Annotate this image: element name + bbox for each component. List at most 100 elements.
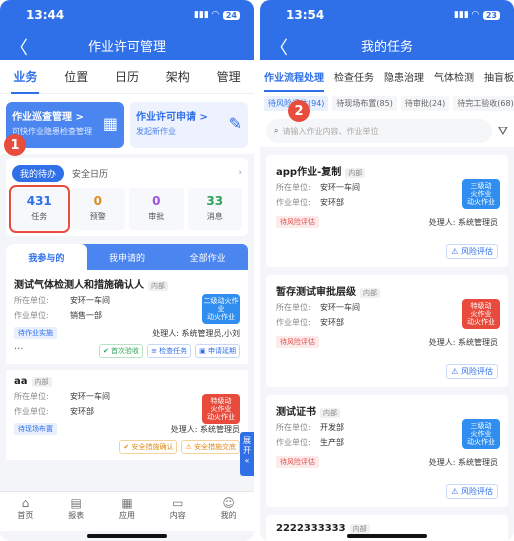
handler-text: 处理人: 系统管理员 xyxy=(428,337,498,347)
tab-workflow[interactable]: 作业流程处理 xyxy=(264,69,324,92)
tab-location[interactable]: 位置 xyxy=(62,68,90,85)
nav-home-label: 首页 xyxy=(17,511,34,520)
level-badge: 三级动 火作业 动火作业 xyxy=(462,179,500,209)
back-icon[interactable]: 〈 xyxy=(270,34,288,60)
segment-applied[interactable]: 我申请的 xyxy=(87,244,168,270)
nav-content[interactable]: ▭ 内容 xyxy=(152,492,203,531)
dept-label: 作业单位: xyxy=(276,318,311,327)
nav-mine-label: 我的 xyxy=(220,511,237,520)
status-badge: 待作业实施 xyxy=(14,327,57,339)
stat-messages[interactable]: 33 消息 xyxy=(187,188,242,230)
item-title: 暂存测试审批层级 内部 xyxy=(276,283,498,298)
apply-card[interactable]: 作业许可申请 > 发起新作业 ✎ xyxy=(130,102,248,148)
tab-business[interactable]: 业务 xyxy=(11,68,40,94)
item-title-text: 2222333333 xyxy=(276,523,346,534)
task-card[interactable]: app作业-复制 内部 所在单位: 安环一车间 作业单位: 安环部 三级动 火作业 动… xyxy=(266,155,508,267)
dept-value: 安环部 xyxy=(320,318,344,327)
item-title-text: aa xyxy=(14,376,28,387)
item-title: app作业-复制 内部 xyxy=(276,163,498,178)
callout-badge-1: 1 xyxy=(4,134,26,156)
risk-assess-button[interactable]: ⚠ 风险评估 xyxy=(446,484,498,499)
home-indicator xyxy=(87,534,167,538)
expand-handle[interactable]: 展 开 « xyxy=(240,432,254,476)
tab-manage[interactable]: 管理 xyxy=(215,68,243,85)
actions-row: ··· ✔ 首次验收 ≡ 检查任务 ▣ 申请延期 xyxy=(14,344,240,358)
task-card[interactable]: 暂存测试审批层级 内部 所在单位: 安环一车间 作业单位: 安环部 特级动 火作业 动… xyxy=(266,275,508,387)
status-line: 待风险评估 处理人: 系统管理员 xyxy=(276,216,498,228)
list-item[interactable]: aa 内部 所在单位: 安环一车间 作业单位: 安环部 特级动 火作业 动火作业 待现… xyxy=(6,370,248,466)
filter-icon[interactable]: ⛛ xyxy=(498,124,508,139)
risk-assess-button[interactable]: ⚠ 风险评估 xyxy=(446,244,498,259)
status-line: 待风险评估 处理人: 系统管理员 xyxy=(276,456,498,468)
stat-messages-number: 33 xyxy=(206,194,224,208)
unit-label: 所在单位: xyxy=(276,303,311,312)
nav-apps[interactable]: ▦ 应用 xyxy=(102,492,153,531)
segment-all[interactable]: 全部作业 xyxy=(167,244,248,270)
list-item[interactable]: 测试气体检测人和措施确认人 内部 所在单位: 安环一车间 作业单位: 销售一部 二级动… xyxy=(6,270,248,370)
todo-pill[interactable]: 我的待办 xyxy=(12,164,65,182)
stat-tasks[interactable]: 431 任务 xyxy=(9,185,70,233)
nav-home[interactable]: ⌂ 首页 xyxy=(0,492,51,531)
item-title: aa 内部 xyxy=(14,376,240,387)
battery-icon: 23 xyxy=(482,10,500,20)
search-icon: ⌕ xyxy=(274,126,279,135)
dept-label: 作业单位: xyxy=(276,198,311,207)
status-badge: 待现场布置 xyxy=(14,423,57,435)
tab-calendar[interactable]: 日历 xyxy=(113,68,141,85)
stat-approvals-number: 0 xyxy=(152,194,161,208)
task-card[interactable]: 测试证书 内部 所在单位: 开发部 作业单位: 生产部 三级动 火作业 动火作业 待风… xyxy=(266,395,508,507)
tab-gas[interactable]: 气体检测 xyxy=(434,69,474,84)
segment-participated[interactable]: 我参与的 xyxy=(6,244,87,270)
apply-extension-button[interactable]: ▣ 申请延期 xyxy=(195,344,240,358)
clock: 13:44 xyxy=(26,8,65,22)
nav-content-label: 内容 xyxy=(169,511,186,520)
tab-blind-plate[interactable]: 抽盲板 xyxy=(484,69,514,84)
home-icon: ⌂ xyxy=(21,496,30,510)
first-acceptance-button[interactable]: ✔ 首次验收 xyxy=(98,344,144,358)
safety-briefing-button[interactable]: ⚠ 安全措施交底 xyxy=(181,440,240,454)
left-phone: 13:44 ▮▮▮ ◠ 24 〈 作业许可管理 业务 位置 日历 架构 管理 作… xyxy=(0,0,254,541)
search-placeholder: 请输入作业内容、作业单位 xyxy=(282,126,379,136)
home-indicator xyxy=(347,534,427,538)
subtab-site[interactable]: 待现场布置(85) xyxy=(332,96,397,111)
safety-confirm-button[interactable]: ✔ 安全措施确认 xyxy=(119,440,178,454)
edit-icon: ✎ xyxy=(228,114,242,133)
unit-value: 安环一车间 xyxy=(70,296,110,305)
unit-value: 安环一车间 xyxy=(320,183,360,192)
level-badge: 二级动火作业 动火作业 xyxy=(202,294,240,324)
status-line: 待风险评估 处理人: 系统管理员 xyxy=(276,336,498,348)
page-title: 作业许可管理 xyxy=(87,39,166,55)
status-icons: ▮▮▮ ◠ 24 xyxy=(194,10,240,20)
apply-card-title: 作业许可申请 > xyxy=(136,112,208,123)
tab-hazard[interactable]: 隐患治理 xyxy=(384,69,424,84)
check-task-button[interactable]: ≡ 检查任务 xyxy=(147,344,192,358)
status-line: 待作业实施 处理人: 系统管理员,小刘 xyxy=(14,327,240,339)
todo-header: 我的待办 安全日历 › xyxy=(12,162,242,184)
tab-structure[interactable]: 架构 xyxy=(164,68,192,85)
status-icons: ▮▮▮ ◠ 23 xyxy=(454,10,500,20)
dept-value: 生产部 xyxy=(320,438,344,447)
callout-badge-2: 2 xyxy=(288,100,310,122)
task-tabs: 作业流程处理 检查任务 隐患治理 气体检测 抽盲板 xyxy=(260,60,514,92)
dept-label: 作业单位: xyxy=(276,438,311,447)
nav-reports[interactable]: ▤ 报表 xyxy=(51,492,102,531)
search-input[interactable]: ⌕ 请输入作业内容、作业单位 xyxy=(266,119,492,143)
item-title-text: 暂存测试审批层级 xyxy=(276,287,356,298)
chevron-right-icon[interactable]: › xyxy=(238,168,242,178)
more-icon[interactable]: ··· xyxy=(14,344,24,358)
item-tag: 内部 xyxy=(349,524,370,534)
content-icon: ▭ xyxy=(172,496,184,510)
tab-inspection[interactable]: 检查任务 xyxy=(334,69,374,84)
level-badge: 特级动 火作业 动火作业 xyxy=(202,394,240,424)
safety-calendar-link[interactable]: 安全日历 xyxy=(72,167,108,180)
risk-assess-button[interactable]: ⚠ 风险评估 xyxy=(446,364,498,379)
stat-approvals[interactable]: 0 审批 xyxy=(129,188,184,230)
nav-mine[interactable]: ☺ 我的 xyxy=(203,492,254,531)
back-icon[interactable]: 〈 xyxy=(10,34,28,60)
status-badge: 待风险评估 xyxy=(276,456,319,468)
subtab-approval[interactable]: 待审批(24) xyxy=(400,96,450,111)
clock: 13:54 xyxy=(286,8,325,22)
level-badge: 特级动 火作业 动火作业 xyxy=(462,299,500,329)
subtab-completion[interactable]: 待完工验收(68) xyxy=(453,96,514,111)
stat-warnings[interactable]: 0 预警 xyxy=(70,188,125,230)
